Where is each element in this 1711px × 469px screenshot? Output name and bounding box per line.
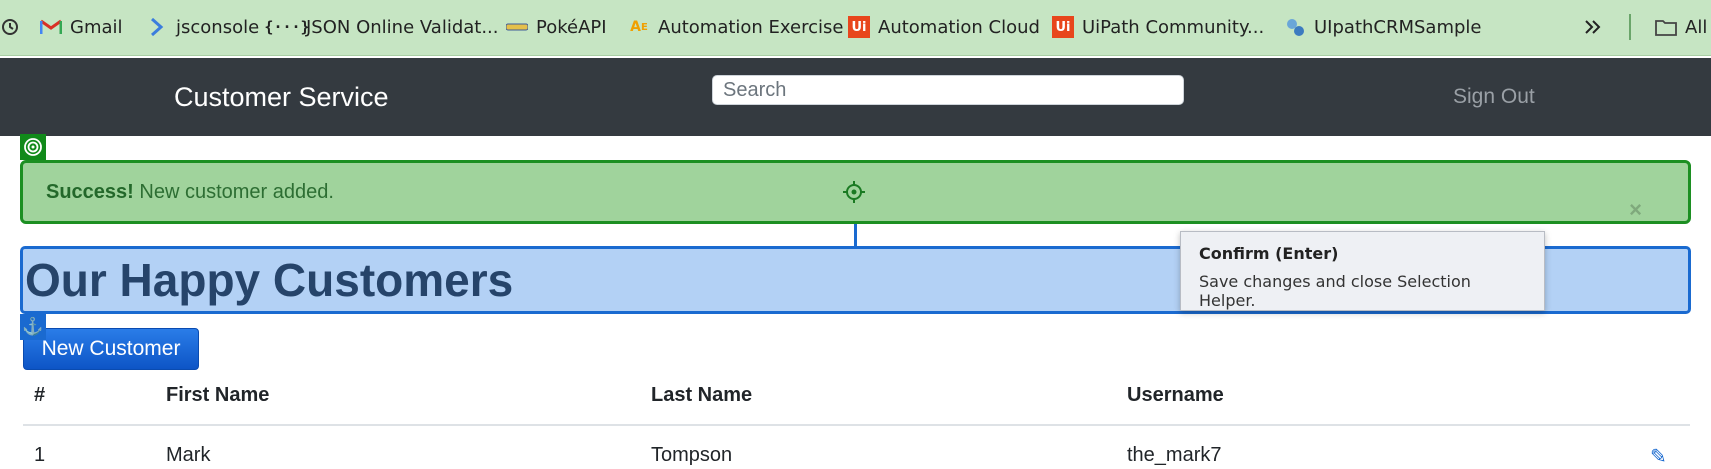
tooltip-title: Confirm (Enter) xyxy=(1199,244,1339,263)
brand-title[interactable]: Customer Service xyxy=(174,58,389,136)
alert-text: New customer added. xyxy=(139,181,334,203)
table-header-divider xyxy=(23,424,1690,426)
pokeapi-icon xyxy=(506,16,528,38)
bookmark-label: PokéAPI xyxy=(536,16,607,38)
anchor-connector-line xyxy=(854,224,857,248)
bookmark-gmail[interactable]: Gmail xyxy=(40,0,123,54)
bookmark-label: Gmail xyxy=(70,16,123,38)
uipath-icon: Ui xyxy=(1052,16,1074,38)
uipath-icon: Ui xyxy=(848,16,870,38)
bookmark-label: UiPath Community... xyxy=(1082,16,1265,38)
table-cell-username: the_mark7 xyxy=(1127,444,1222,466)
bookmark-uipath-crm-sample[interactable]: UIpathCRMSample xyxy=(1284,0,1482,54)
bookmark-json-validator[interactable]: {···} JSON Online Validat... xyxy=(264,0,499,54)
column-header-last-name: Last Name xyxy=(651,384,753,406)
anchor-icon[interactable]: ⚓ xyxy=(20,314,46,340)
bookmark-label: JSON Online Validat... xyxy=(306,16,499,38)
bookmark-pokeapi[interactable]: PokéAPI xyxy=(506,0,607,54)
table-cell-number: 1 xyxy=(34,444,46,466)
bookmark-uipath-community[interactable]: Ui UiPath Community... xyxy=(1052,0,1264,54)
confirm-tooltip: Confirm (Enter) Save changes and close S… xyxy=(1180,231,1545,311)
bookmark-label: Automation Exercise xyxy=(658,16,844,38)
search-input[interactable] xyxy=(712,75,1184,105)
json-braces-icon: {···} xyxy=(264,18,310,36)
gmail-icon xyxy=(40,16,62,38)
pencil-icon[interactable]: ✎ xyxy=(1650,444,1667,469)
bookmark-label: Automation Cloud xyxy=(878,16,1040,38)
crm-sample-icon xyxy=(1284,16,1306,38)
bookmarks-bar: Gmail jsconsole {···} JSON Online Valida… xyxy=(0,0,1711,56)
chevron-right-icon xyxy=(146,16,168,38)
bookmark-label: UIpathCRMSample xyxy=(1314,16,1482,38)
table-cell-first-name: Mark xyxy=(166,444,211,466)
sign-out-link[interactable]: Sign Out xyxy=(1453,58,1535,136)
bookmark-label: jsconsole xyxy=(176,16,260,38)
target-icon[interactable] xyxy=(20,134,46,160)
page-heading[interactable]: Our Happy Customers xyxy=(25,249,513,311)
more-bookmarks-icon[interactable] xyxy=(1584,0,1602,54)
new-customer-button[interactable]: New Customer xyxy=(23,328,199,370)
bookmark-automation-cloud[interactable]: Ui Automation Cloud xyxy=(848,0,1040,54)
alert-strong: Success! xyxy=(46,181,134,203)
folder-icon xyxy=(1655,16,1677,38)
column-header-username: Username xyxy=(1127,384,1224,406)
crosshair-icon[interactable] xyxy=(842,180,866,209)
bookmark-label: All xyxy=(1685,16,1708,38)
automation-exercise-icon: AE xyxy=(630,19,648,35)
column-header-number: # xyxy=(34,384,46,406)
tooltip-description: Save changes and close Selection Helper. xyxy=(1199,272,1471,310)
bookmarks-divider xyxy=(1629,14,1631,40)
alert-message: Success! New customer added. xyxy=(46,163,334,221)
history-icon[interactable] xyxy=(0,0,20,54)
close-icon[interactable]: × xyxy=(1629,199,1642,221)
column-header-first-name: First Name xyxy=(166,384,270,406)
table-cell-last-name: Tompson xyxy=(651,444,733,466)
bookmark-automation-exercise[interactable]: AE Automation Exercise xyxy=(628,0,843,54)
bookmark-jsconsole[interactable]: jsconsole xyxy=(146,0,259,54)
bookmark-all-folder[interactable]: All xyxy=(1655,0,1707,54)
navbar: Customer Service Sign Out xyxy=(0,58,1711,136)
